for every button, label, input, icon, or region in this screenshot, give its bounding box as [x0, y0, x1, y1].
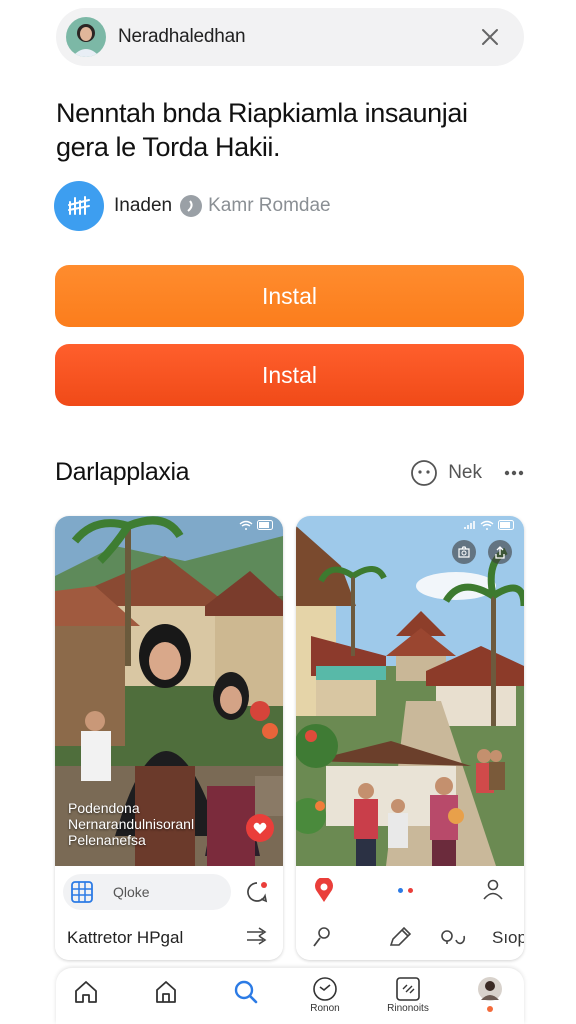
status-bar	[464, 520, 516, 530]
app-header: Neradhaledhan	[56, 8, 524, 66]
forward-icon[interactable]	[245, 926, 269, 946]
card-footer-2: Sıop	[296, 866, 524, 960]
avatar[interactable]	[66, 17, 106, 57]
chip-label: Qloke	[113, 884, 150, 900]
nav-item-ronon[interactable]: Ronon	[295, 968, 355, 1024]
more-options-icon[interactable]	[504, 470, 524, 476]
verified-icon	[180, 195, 203, 217]
house-icon	[156, 981, 176, 1003]
page-title: Nenntah bnda Riapkiamla insaunjai gera l…	[56, 96, 516, 164]
nav-item-apps[interactable]	[136, 968, 196, 1024]
edit-icon[interactable]	[388, 926, 412, 948]
location-pin-icon[interactable]	[312, 878, 336, 904]
battery-icon	[257, 520, 273, 530]
nav-label: Ronon	[310, 1003, 340, 1014]
grid-icon	[71, 881, 93, 903]
village-photo-2	[296, 516, 524, 866]
heart-icon	[253, 822, 267, 834]
developer-logo-icon	[68, 196, 90, 215]
bottom-navigation: Ronon Rinonoits	[56, 968, 524, 1024]
emoji-icon[interactable]	[410, 459, 438, 487]
page-indicator	[398, 888, 413, 893]
wifi-icon	[239, 520, 253, 530]
section-title: Darlapplaxia	[55, 458, 190, 486]
chat-icon[interactable]	[245, 880, 269, 904]
nav-item-rinonoits[interactable]: Rinonoits	[378, 968, 438, 1024]
card-footer-1: Qloke Kattretor HPgal	[55, 866, 283, 960]
nav-item-search[interactable]	[216, 968, 276, 1024]
card-title: Kattretor HPgal	[67, 928, 184, 947]
camera-button[interactable]	[452, 540, 476, 564]
section-actions: Nek	[410, 456, 524, 490]
close-button[interactable]	[470, 17, 510, 57]
home-icon	[75, 981, 97, 1003]
screenshot-card-2[interactable]: Sıop	[296, 516, 524, 960]
battery-icon	[498, 520, 514, 530]
favorite-button[interactable]	[246, 814, 274, 842]
developer-subtitle: Kamr Romdae	[208, 195, 331, 216]
overlay-line: Podendona	[68, 800, 140, 816]
headline-line-2: gera le Torda Hakii.	[56, 132, 281, 162]
share-icon	[495, 546, 505, 559]
games-icon	[396, 977, 420, 1001]
card-overlay-caption: Podendona Nernarandulnisoranl Pelenanefs…	[68, 800, 238, 848]
overlay-line: Pelenanefsa	[68, 832, 146, 848]
developer-row: Inaden Kamr Romdae	[54, 180, 331, 232]
wifi-icon	[480, 520, 494, 530]
close-icon	[482, 29, 498, 45]
nav-item-profile[interactable]	[460, 968, 520, 1024]
notification-dot	[487, 1006, 493, 1012]
developer-name[interactable]: Inaden	[114, 195, 172, 217]
share-button[interactable]	[488, 540, 512, 564]
install-button-secondary[interactable]: Instal	[55, 344, 524, 406]
profile-icon[interactable]	[482, 878, 504, 900]
glasses-icon[interactable]	[440, 926, 468, 946]
emoji-icon	[313, 977, 337, 1001]
install-button[interactable]: Instal	[55, 265, 524, 327]
page-dot	[398, 888, 403, 893]
overlay-line: Nernarandulnisoranl	[68, 816, 195, 832]
search-person-icon[interactable]	[312, 926, 334, 948]
status-bar	[239, 520, 275, 530]
more-link[interactable]: Nek	[448, 462, 482, 484]
card-footer-label[interactable]: Sıop	[492, 928, 524, 948]
headline-line-1: Nenntah bnda Riapkiamla insaunjai	[56, 98, 468, 128]
avatar	[478, 977, 502, 1001]
page-dot	[408, 888, 413, 893]
search-icon	[234, 980, 258, 1004]
screenshot-card-1[interactable]: Qloke Kattretor HPgal	[55, 516, 283, 960]
signal-icon	[464, 521, 475, 529]
nav-item-home[interactable]	[56, 968, 116, 1024]
camera-icon	[458, 546, 470, 558]
nav-label: Rinonoits	[387, 1003, 429, 1014]
developer-logo[interactable]	[54, 181, 104, 231]
header-title: Neradhaledhan	[118, 26, 246, 47]
category-chip[interactable]: Qloke	[63, 874, 231, 910]
